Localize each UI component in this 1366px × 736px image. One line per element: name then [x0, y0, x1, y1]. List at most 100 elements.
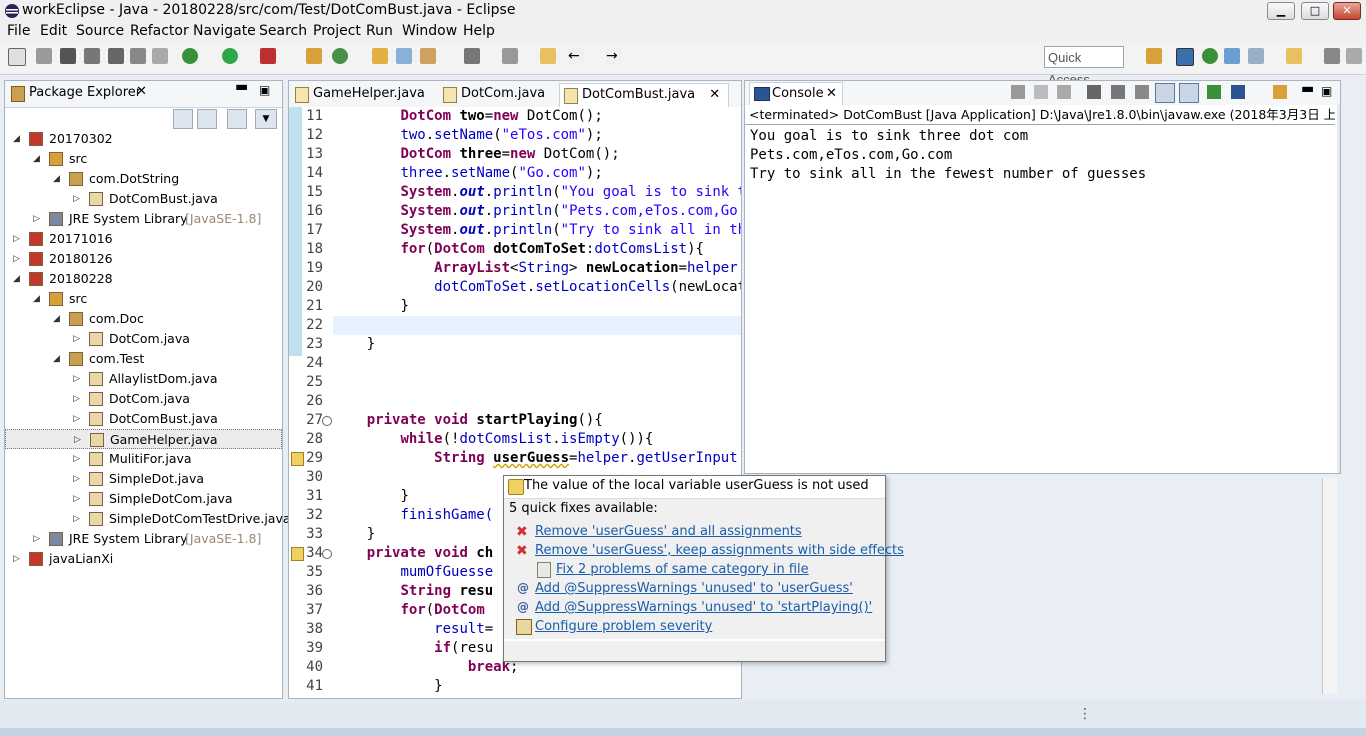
expand-arrow-icon[interactable]: ▷ — [73, 489, 83, 509]
skip-breakpoints-icon[interactable] — [8, 48, 26, 66]
menu-file[interactable]: File — [7, 23, 30, 39]
tree-item[interactable]: ▷ SimpleDot.java — [5, 469, 282, 489]
menu-project[interactable]: Project — [313, 23, 361, 39]
maximize-panel-icon[interactable]: ▣ — [1321, 84, 1332, 98]
close-window-button[interactable]: ✕ — [1333, 2, 1361, 20]
menu-search[interactable]: Search — [259, 23, 307, 39]
menu-source[interactable]: Source — [76, 23, 124, 39]
collapse-arrow-icon[interactable]: ◢ — [33, 289, 43, 309]
fold-toggle-icon[interactable] — [322, 416, 332, 426]
save-all-icon[interactable] — [1346, 48, 1362, 64]
remove-all-icon[interactable] — [1057, 85, 1071, 99]
close-tab-icon[interactable]: ✕ — [709, 87, 720, 102]
expand-arrow-icon[interactable]: ▷ — [73, 369, 83, 389]
minimize-button[interactable]: ▁ — [1267, 2, 1295, 20]
expand-arrow-icon[interactable]: ▷ — [73, 449, 83, 469]
tab-gamehelper-java[interactable]: GameHelper.java — [291, 83, 433, 107]
expand-arrow-icon[interactable]: ▷ — [13, 229, 23, 249]
toggle-breakpoint-icon[interactable] — [36, 48, 52, 64]
collapse-arrow-icon[interactable]: ◢ — [53, 309, 63, 329]
menu-help[interactable]: Help — [463, 23, 495, 39]
console-output[interactable]: <terminated> DotComBust [Java Applicatio… — [745, 105, 1340, 473]
collapse-arrow-icon[interactable]: ◢ — [53, 169, 63, 189]
save-icon[interactable] — [1324, 48, 1340, 64]
expand-arrow-icon[interactable]: ▷ — [74, 430, 84, 450]
tree-item[interactable]: ▷ DotComBust.java — [5, 189, 282, 209]
new-icon[interactable] — [1286, 48, 1302, 64]
scroll-lock-icon[interactable] — [1111, 85, 1125, 99]
previous-annotation-icon[interactable] — [502, 48, 518, 64]
quick-fix-item-configure[interactable]: Configure problem severity — [535, 619, 712, 634]
expand-arrow-icon[interactable]: ▷ — [13, 249, 23, 269]
team-perspective-icon[interactable] — [1248, 48, 1264, 64]
expand-arrow-icon[interactable]: ▷ — [33, 529, 43, 549]
menu-window[interactable]: Window — [402, 23, 457, 39]
remove-launch-icon[interactable] — [1034, 85, 1048, 99]
tree-item[interactable]: ◢ 20170302 — [5, 129, 282, 149]
tree-item[interactable]: ◢ com.DotString — [5, 169, 282, 189]
expand-arrow-icon[interactable]: ▷ — [73, 469, 83, 489]
annotation-icon[interactable] — [84, 48, 100, 64]
fold-toggle-icon[interactable] — [322, 549, 332, 559]
collapse-arrow-icon[interactable]: ◢ — [13, 129, 23, 149]
menu-edit[interactable]: Edit — [40, 23, 67, 39]
display-console-icon[interactable] — [1231, 85, 1245, 99]
expand-arrow-icon[interactable]: ▷ — [33, 209, 43, 229]
quick-fix-item-suppress-method[interactable]: Add @SuppressWarnings 'unused' to 'start… — [535, 600, 872, 615]
tree-item[interactable]: ▷ JRE System Library [JavaSE-1.8] — [5, 529, 282, 549]
search-icon[interactable] — [420, 48, 436, 64]
tree-item[interactable]: ▷ 20171016 — [5, 229, 282, 249]
expand-arrow-icon[interactable]: ▷ — [73, 329, 83, 349]
clear-console-icon[interactable] — [1087, 85, 1101, 99]
status-bar-grip-icon[interactable]: ⋮ — [1078, 706, 1092, 722]
tree-item[interactable]: ▷ DotCom.java — [5, 389, 282, 409]
open-console-icon[interactable] — [1273, 85, 1287, 99]
expand-arrow-icon[interactable]: ▷ — [73, 189, 83, 209]
tree-item[interactable]: ▷ DotCom.java — [5, 329, 282, 349]
menu-run[interactable]: Run — [366, 23, 393, 39]
minimize-panel-icon[interactable]: ▬ — [235, 79, 248, 95]
quick-fix-item-fix-file[interactable]: Fix 2 problems of same category in file — [556, 562, 809, 577]
expand-arrow-icon[interactable]: ▷ — [73, 389, 83, 409]
tree-item[interactable]: ▷ AllaylistDom.java — [5, 369, 282, 389]
package-explorer-tab[interactable]: Package Explorer ✕ ▬ ▣ — [5, 79, 282, 108]
debug-perspective-icon[interactable] — [1202, 48, 1218, 64]
doc-icon[interactable] — [152, 48, 168, 64]
last-edit-icon[interactable] — [540, 48, 556, 64]
external-tools-icon[interactable] — [260, 48, 276, 64]
quick-fix-item-suppress-var[interactable]: Add @SuppressWarnings 'unused' to 'userG… — [535, 581, 853, 596]
pen-icon[interactable] — [60, 48, 76, 64]
view-menu-icon[interactable]: ▼ — [255, 109, 277, 129]
link-with-editor-icon[interactable] — [197, 109, 217, 129]
tree-item[interactable]: ◢ 20180228 — [5, 269, 282, 289]
collapse-arrow-icon[interactable]: ◢ — [13, 269, 23, 289]
collapse-all-icon[interactable] — [173, 109, 193, 129]
pin-console-icon[interactable] — [1207, 85, 1221, 99]
tree-item[interactable]: ▷ javaLianXi — [5, 549, 282, 569]
tree-item[interactable]: ▷ JRE System Library [JavaSE-1.8] — [5, 209, 282, 229]
print-icon[interactable] — [108, 48, 124, 64]
quick-fix-item-remove-all[interactable]: Remove 'userGuess' and all assignments — [535, 524, 802, 539]
tab-dotcom-java[interactable]: DotCom.java — [439, 83, 553, 107]
close-tab-icon[interactable]: ✕ — [826, 86, 837, 101]
run-icon[interactable] — [222, 48, 238, 64]
quick-access-input[interactable]: Quick Access — [1044, 46, 1124, 87]
expand-arrow-icon[interactable]: ▷ — [73, 509, 83, 529]
tree-item[interactable]: ▷ 20180126 — [5, 249, 282, 269]
tree-item[interactable]: ◢ com.Test — [5, 349, 282, 369]
next-annotation-icon[interactable] — [464, 48, 480, 64]
tree-item[interactable]: ◢ com.Doc — [5, 309, 282, 329]
tree-item[interactable]: ▷ SimpleDotCom.java — [5, 489, 282, 509]
debug-icon[interactable] — [182, 48, 198, 64]
new-java-project-icon[interactable] — [306, 48, 322, 64]
tab-dotcombust-java[interactable]: DotComBust.java ✕ — [559, 83, 730, 108]
tree-item[interactable]: ◢ src — [5, 149, 282, 169]
console-tab[interactable]: Console ✕ — [749, 82, 843, 105]
tree-item[interactable]: ◢ src — [5, 289, 282, 309]
forward-arrow-icon[interactable]: → — [606, 48, 622, 64]
show-stderr-icon[interactable] — [1179, 83, 1199, 103]
java-perspective-icon[interactable] — [1176, 48, 1194, 66]
terminate-icon[interactable] — [1011, 85, 1025, 99]
tree-item[interactable]: ▷ GameHelper.java — [5, 429, 282, 449]
minimize-panel-icon[interactable]: ▬ — [1301, 81, 1314, 97]
